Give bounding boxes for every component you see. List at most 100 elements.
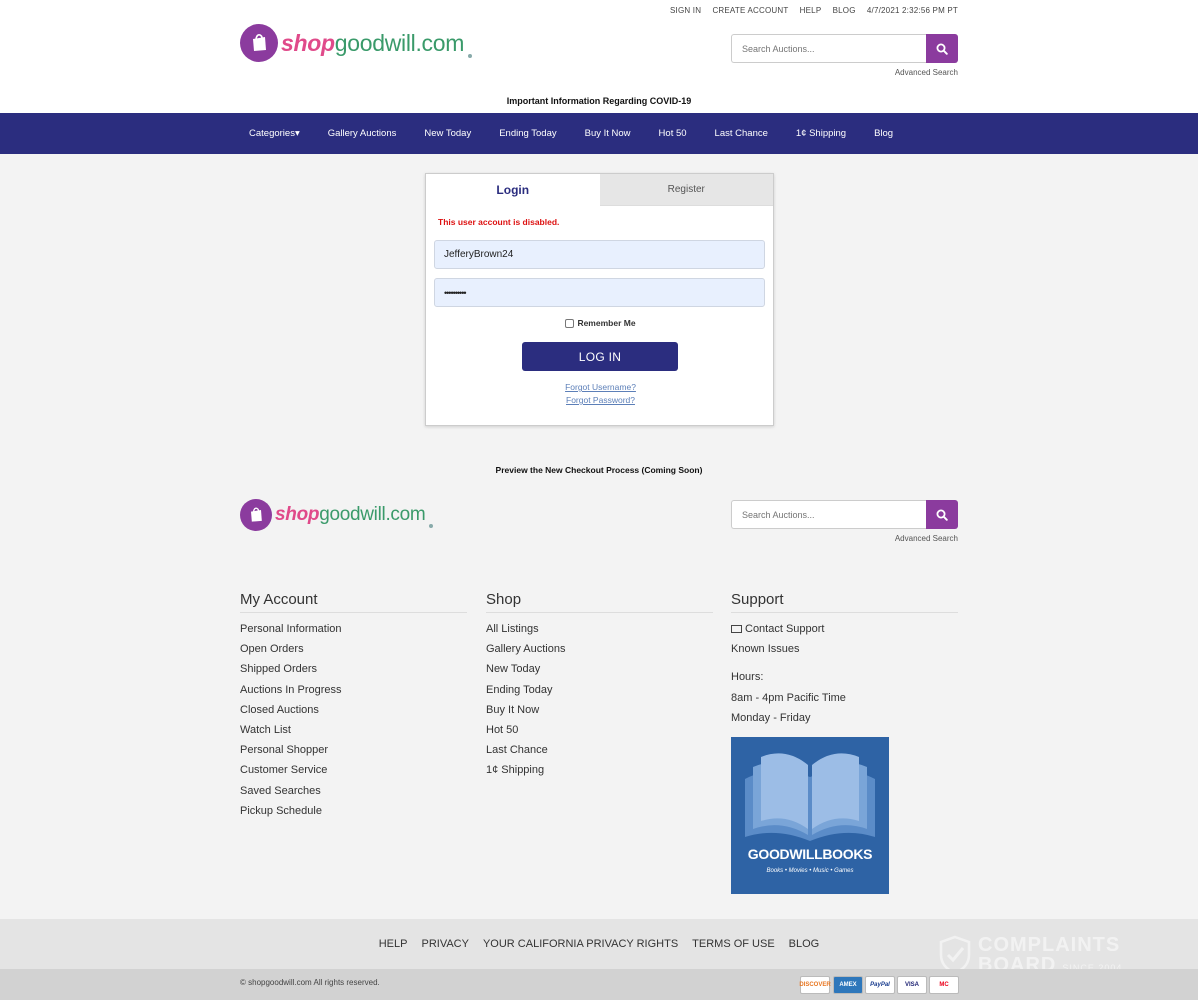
forgot-username-link[interactable]: Forgot Username? <box>426 382 775 392</box>
logo-shop: shop <box>281 29 335 56</box>
login-tabs: Login Register <box>426 174 773 206</box>
copyright-text: © shopgoodwill.com All rights reserved. <box>240 978 380 987</box>
footer-terms-link[interactable]: TERMS OF USE <box>692 938 775 950</box>
visa-card-icon: VISA <box>897 976 927 994</box>
link-hot-50[interactable]: Hot 50 <box>486 720 713 740</box>
remember-me: Remember Me <box>426 318 775 328</box>
hours-label: Hours: <box>731 671 764 684</box>
link-new-today[interactable]: New Today <box>486 659 713 679</box>
my-account-column: My Account Personal Information Open Ord… <box>240 591 467 821</box>
login-button[interactable]: LOG IN <box>522 342 678 371</box>
search-button[interactable] <box>926 34 958 63</box>
nav-ending-today[interactable]: Ending Today <box>499 128 556 139</box>
nav-gallery-auctions[interactable]: Gallery Auctions <box>328 128 397 139</box>
link-customer-service[interactable]: Customer Service <box>240 760 467 780</box>
nav-1c-shipping[interactable]: 1¢ Shipping <box>796 128 846 139</box>
remember-me-label: Remember Me <box>577 318 636 328</box>
link-personal-information[interactable]: Personal Information <box>240 619 467 639</box>
blog-link[interactable]: BLOG <box>833 6 856 15</box>
link-contact-support[interactable]: Contact Support <box>731 619 958 639</box>
support-column: Support Contact Support Known Issues Hou… <box>731 591 958 728</box>
remember-me-checkbox[interactable] <box>565 318 575 328</box>
logo-text: shopgoodwill.com <box>281 30 464 57</box>
footer-blog-link[interactable]: BLOG <box>789 938 820 950</box>
footer-search-button[interactable] <box>926 500 958 529</box>
footer-logo[interactable]: shopgoodwill.com <box>240 499 434 531</box>
logo-dot <box>468 54 473 58</box>
nav-blog[interactable]: Blog <box>874 128 893 139</box>
footer-advanced-search-link[interactable]: Advanced Search <box>858 534 958 543</box>
logo-dot <box>429 524 434 528</box>
open-book-icon <box>745 753 875 841</box>
tab-register[interactable]: Register <box>599 174 773 206</box>
search-input[interactable] <box>731 34 926 63</box>
nav-new-today[interactable]: New Today <box>424 128 471 139</box>
my-account-heading: My Account <box>240 591 467 613</box>
nav-hot-50[interactable]: Hot 50 <box>659 128 687 139</box>
footer-california-privacy-link[interactable]: YOUR CALIFORNIA PRIVACY RIGHTS <box>483 938 678 950</box>
link-gallery-auctions[interactable]: Gallery Auctions <box>486 639 713 659</box>
footer-logo-text: shopgoodwill.com <box>275 504 426 526</box>
site-logo[interactable]: shopgoodwill.com <box>240 24 473 62</box>
logo-goodwill: goodwill.com <box>334 29 465 56</box>
link-auctions-in-progress[interactable]: Auctions In Progress <box>240 680 467 700</box>
covid-notice-link[interactable]: Important Information Regarding COVID-19 <box>0 96 1198 106</box>
shopping-bag-icon <box>240 24 278 62</box>
link-open-orders[interactable]: Open Orders <box>240 639 467 659</box>
spacer <box>731 659 958 667</box>
checkout-preview-link[interactable]: Preview the New Checkout Process (Coming… <box>0 465 1198 475</box>
mastercard-icon: MC <box>929 976 959 994</box>
shopping-bag-icon <box>240 499 272 531</box>
nav-last-chance[interactable]: Last Chance <box>715 128 768 139</box>
amex-card-icon: AMEX <box>833 976 863 994</box>
watermark-line1: COMPLAINTS <box>978 934 1121 956</box>
top-links: SIGN IN CREATE ACCOUNT HELP BLOG 4/7/202… <box>0 6 958 15</box>
datetime: 4/7/2021 2:32:56 PM PT <box>866 6 958 15</box>
site-header: SIGN IN CREATE ACCOUNT HELP BLOG 4/7/202… <box>0 0 1198 113</box>
hours-days: Monday - Friday <box>731 711 811 724</box>
username-field[interactable]: JefferyBrown24 <box>434 240 765 269</box>
copyright-bar: © shopgoodwill.com All rights reserved. <box>0 969 1198 1000</box>
link-buy-it-now[interactable]: Buy It Now <box>486 700 713 720</box>
password-field[interactable]: •••••••••• <box>434 278 765 307</box>
link-watch-list[interactable]: Watch List <box>240 720 467 740</box>
link-closed-auctions[interactable]: Closed Auctions <box>240 700 467 720</box>
nav-categories[interactable]: Categories▾ <box>249 128 300 139</box>
discover-card-icon: DISCOVER <box>799 976 831 994</box>
help-link[interactable]: HELP <box>800 6 822 15</box>
shop-heading: Shop <box>486 591 713 613</box>
books-banner-title: GOODWILLBOOKS <box>747 846 873 862</box>
create-account-link[interactable]: CREATE ACCOUNT <box>712 6 788 15</box>
tab-login[interactable]: Login <box>426 174 600 206</box>
contact-support-label: Contact Support <box>745 623 825 635</box>
link-pickup-schedule[interactable]: Pickup Schedule <box>240 801 467 821</box>
link-personal-shopper[interactable]: Personal Shopper <box>240 740 467 760</box>
footer-privacy-link[interactable]: PRIVACY <box>421 938 468 950</box>
advanced-search-link[interactable]: Advanced Search <box>858 68 958 77</box>
shop-column: Shop All Listings Gallery Auctions New T… <box>486 591 713 781</box>
link-known-issues[interactable]: Known Issues <box>731 639 958 659</box>
paypal-icon: PayPal <box>865 976 895 994</box>
footer-help-link[interactable]: HELP <box>379 938 408 950</box>
support-heading: Support <box>731 591 958 613</box>
search-icon <box>936 43 948 55</box>
link-shipped-orders[interactable]: Shipped Orders <box>240 659 467 679</box>
envelope-icon <box>731 624 742 633</box>
footer-search <box>731 500 958 529</box>
nav-buy-it-now[interactable]: Buy It Now <box>585 128 631 139</box>
login-card: Login Register This user account is disa… <box>425 173 774 426</box>
forgot-password-link[interactable]: Forgot Password? <box>426 395 775 405</box>
link-last-chance[interactable]: Last Chance <box>486 740 713 760</box>
books-banner-subtitle: Books • Movies • Music • Games <box>766 868 854 874</box>
link-ending-today[interactable]: Ending Today <box>486 680 713 700</box>
footer-search-input[interactable] <box>731 500 926 529</box>
sign-in-link[interactable]: SIGN IN <box>670 6 701 15</box>
link-1c-shipping[interactable]: 1¢ Shipping <box>486 760 713 780</box>
link-saved-searches[interactable]: Saved Searches <box>240 781 467 801</box>
header-search <box>731 34 958 63</box>
search-icon <box>936 509 948 521</box>
login-error-message: This user account is disabled. <box>438 217 560 227</box>
link-all-listings[interactable]: All Listings <box>486 619 713 639</box>
goodwill-books-banner[interactable]: GOODWILLBOOKS Books • Movies • Music • G… <box>731 737 889 894</box>
footer-logo-shop: shop <box>275 504 320 525</box>
